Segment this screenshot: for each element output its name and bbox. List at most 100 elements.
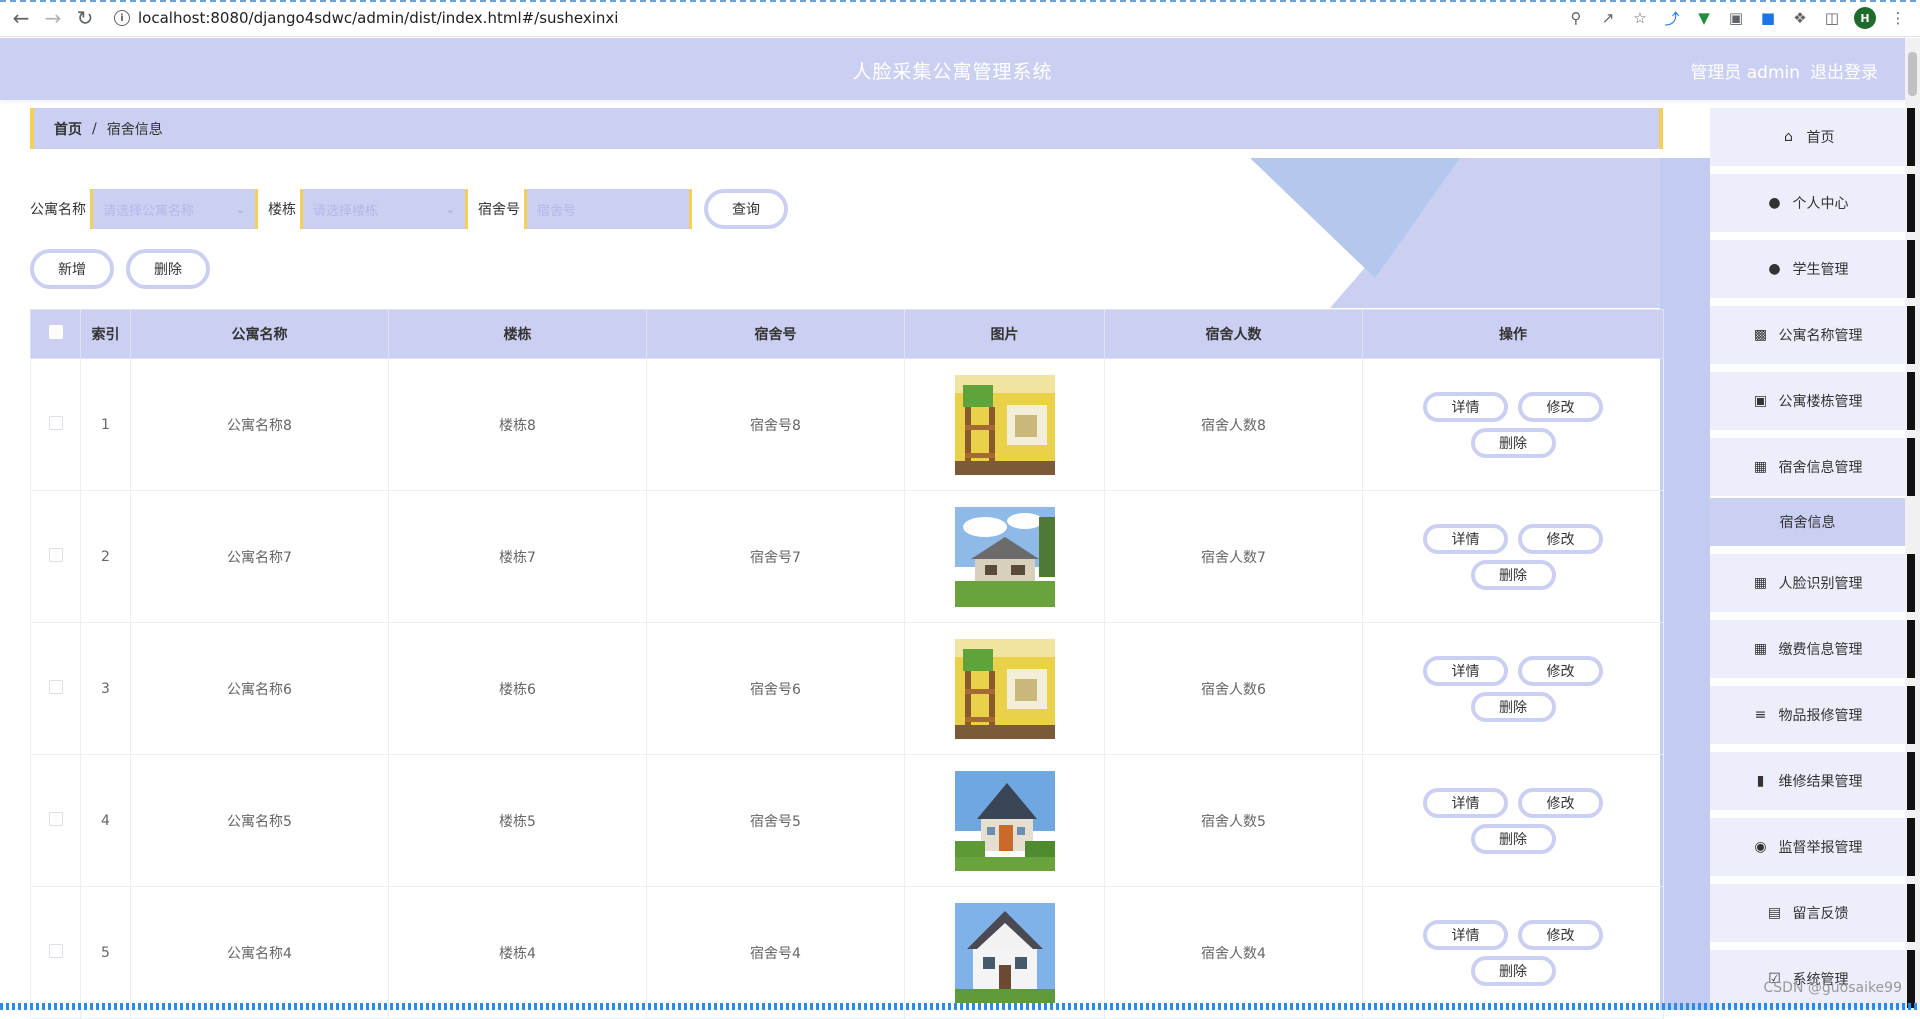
search-bar: 公寓名称 请选择公寓名称 ⌄ 楼栋 请选择楼栋 ⌄ 宿舍号 宿舍号 查询 (30, 189, 788, 229)
reload-icon[interactable]: ↻ (70, 3, 100, 33)
extension-box-icon[interactable]: ▣ (1726, 8, 1746, 28)
sidebar-item-label: 留言反馈 (1792, 906, 1849, 922)
sidebar-item-label: 人脸识别管理 (1778, 576, 1863, 592)
star-icon[interactable]: ☆ (1630, 8, 1650, 28)
add-button[interactable]: 新增 (30, 249, 114, 289)
edit-button[interactable]: 修改 (1518, 919, 1603, 950)
sidebar-item[interactable]: ▦ 宿舍信息管理 (1710, 438, 1915, 496)
detail-button[interactable]: 详情 (1423, 523, 1508, 554)
lock-extension-icon[interactable]: ■ (1758, 8, 1778, 28)
menu-kebab-icon[interactable]: ⋮ (1888, 8, 1908, 28)
sidebar-item[interactable]: ≡ 物品报修管理 (1710, 686, 1915, 744)
sidebar-item[interactable]: ▮ 维修结果管理 (1710, 752, 1915, 810)
detail-button[interactable]: 详情 (1423, 391, 1508, 422)
sidebar-item-label: 学生管理 (1792, 262, 1849, 278)
row-select-cell (30, 358, 81, 491)
row-checkbox[interactable] (48, 811, 63, 826)
chat-icon: ▩ (1753, 327, 1768, 343)
sidebar-item[interactable]: ▦ 人脸识别管理 (1710, 554, 1915, 612)
cell-image (904, 490, 1105, 623)
sidebar-item[interactable]: ▩ 公寓名称管理 (1710, 306, 1915, 364)
building-select[interactable]: 请选择楼栋 ⌄ (300, 189, 468, 229)
info-icon[interactable]: i (114, 10, 130, 26)
share-icon[interactable]: ↗ (1598, 8, 1618, 28)
room-photo[interactable] (954, 506, 1055, 607)
profile-avatar[interactable]: H (1854, 7, 1876, 29)
logout-link[interactable]: 退出登录 (1810, 58, 1878, 83)
sidebar-item[interactable]: ☑ 系统管理 (1710, 950, 1915, 1008)
edit-button[interactable]: 修改 (1518, 787, 1603, 818)
book-icon: ▮ (1756, 773, 1765, 789)
room-photo[interactable] (954, 770, 1055, 871)
row-delete-button[interactable]: 删除 (1470, 559, 1556, 590)
table-row[interactable]: 3 公寓名称6 楼栋6 宿舍号6 宿舍人数6 详情 修改 删除 (30, 622, 1664, 755)
sidebar-subitem-active[interactable]: 宿舍信息 (1710, 498, 1905, 546)
sidebar-item-label: 宿舍信息管理 (1778, 460, 1863, 476)
cell-room: 宿舍号8 (646, 358, 905, 491)
detail-button[interactable]: 详情 (1423, 919, 1508, 950)
cell-operation: 详情 修改删除 (1362, 622, 1664, 755)
cell-apartment: 公寓名称4 (130, 886, 389, 1019)
sidebar-item[interactable]: ◉ 监督举报管理 (1710, 818, 1915, 876)
puzzle-icon[interactable]: ❖ (1790, 8, 1810, 28)
edit-button[interactable]: 修改 (1518, 523, 1603, 554)
edit-button[interactable]: 修改 (1518, 391, 1603, 422)
sidebar-item[interactable]: ● 个人中心 (1710, 174, 1915, 232)
breadcrumb-home[interactable]: 首页 (54, 119, 82, 139)
edit-button[interactable]: 修改 (1518, 655, 1603, 686)
sidebar-item[interactable]: ● 学生管理 (1710, 240, 1915, 298)
sidebar-menu: ⌂ 首页 ● 个人中心 ● 学生管理 ▩ 公寓名称管理 ▣ 公寓楼栋管理 ▦ 宿舍信息管理 宿舍信息 ▦ 人… (1710, 106, 1915, 1010)
row-checkbox[interactable] (48, 415, 63, 430)
room-input[interactable]: 宿舍号 (524, 189, 692, 229)
query-button[interactable]: 查询 (704, 189, 788, 229)
cell-index: 5 (80, 886, 131, 1019)
row-checkbox[interactable] (48, 547, 63, 562)
room-photo[interactable] (954, 374, 1055, 475)
row-delete-button[interactable]: 删除 (1470, 427, 1556, 458)
grid-icon: ▦ (1753, 575, 1768, 591)
sidebar-item[interactable]: ▤ 留言反馈 (1710, 884, 1915, 942)
apartment-select[interactable]: 请选择公寓名称 ⌄ (90, 189, 258, 229)
batch-delete-button[interactable]: 删除 (126, 249, 210, 289)
sidebar-item[interactable]: ⌂ 首页 (1710, 108, 1915, 166)
translate-extension-icon[interactable]: ⤴ (1662, 8, 1682, 28)
sidebar-item[interactable]: ▣ 公寓楼栋管理 (1710, 372, 1915, 430)
header-apartment: 公寓名称 (130, 309, 389, 359)
scrollbar-thumb[interactable] (1908, 52, 1917, 96)
detail-button[interactable]: 详情 (1423, 655, 1508, 686)
key-icon[interactable]: ⚲ (1566, 8, 1586, 28)
cell-image (904, 358, 1105, 491)
sidebar-toggle-icon[interactable]: ◫ (1822, 8, 1842, 28)
cell-room: 宿舍号4 (646, 886, 905, 1019)
row-checkbox[interactable] (48, 679, 63, 694)
row-delete-button[interactable]: 删除 (1470, 955, 1556, 986)
table-row[interactable]: 5 公寓名称4 楼栋4 宿舍号4 宿舍人数4 详情 修改 删除 (30, 886, 1664, 1019)
sidebar-item-label: 缴费信息管理 (1778, 642, 1863, 658)
room-photo[interactable] (954, 638, 1055, 739)
table-row[interactable]: 4 公寓名称5 楼栋5 宿舍号5 宿舍人数5 详情 修改 删除 (30, 754, 1664, 887)
row-delete-button[interactable]: 删除 (1470, 691, 1556, 722)
address-bar[interactable]: i localhost:8080/django4sdwc/admin/dist/… (114, 3, 1566, 33)
room-photo[interactable] (954, 902, 1055, 1003)
row-checkbox[interactable] (48, 943, 63, 958)
sidebar-item[interactable]: ▦ 缴费信息管理 (1710, 620, 1915, 678)
app-title: 人脸采集公寓管理系统 (852, 61, 1053, 83)
table-row[interactable]: 1 公寓名称8 楼栋8 宿舍号8 宿舍人数8 详情 修改 删除 (30, 358, 1664, 491)
row-select-cell (30, 886, 81, 1019)
building-label: 楼栋 (268, 202, 296, 218)
home-icon: ⌂ (1784, 129, 1793, 145)
select-all-checkbox[interactable] (48, 325, 63, 339)
arrow-left-icon[interactable]: ← (6, 3, 36, 33)
detail-button[interactable]: 详情 (1423, 787, 1508, 818)
table-row[interactable]: 2 公寓名称7 楼栋7 宿舍号7 宿舍人数7 详情 修改 删除 (30, 490, 1664, 623)
vue-devtools-icon[interactable]: ▼ (1694, 8, 1714, 28)
cell-operation: 详情 修改删除 (1362, 754, 1664, 887)
cell-index: 4 (80, 754, 131, 887)
cell-apartment: 公寓名称5 (130, 754, 389, 887)
breadcrumb-current: 宿舍信息 (106, 121, 163, 138)
cell-image (904, 622, 1105, 755)
cell-count: 宿舍人数7 (1104, 490, 1363, 623)
arrow-right-icon[interactable]: → (38, 3, 68, 33)
building-placeholder: 请选择楼栋 (313, 203, 379, 219)
row-delete-button[interactable]: 删除 (1470, 823, 1556, 854)
